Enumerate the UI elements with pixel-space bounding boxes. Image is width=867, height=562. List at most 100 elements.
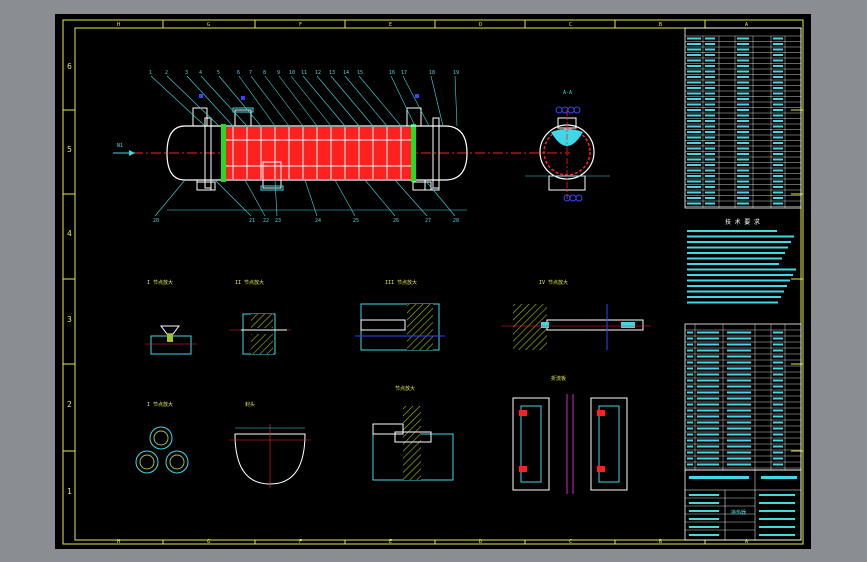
table-cell-glyph — [705, 197, 715, 199]
table-cell-glyph — [737, 54, 749, 56]
detail-title: 折流板 — [551, 375, 566, 382]
part-balloon: 22 — [263, 218, 269, 224]
table-cell-glyph — [737, 125, 749, 128]
parts-cell-glyph — [727, 391, 751, 394]
table-cell-glyph — [737, 92, 749, 95]
table-cell-glyph — [687, 109, 701, 111]
parts-list-table[interactable] — [684, 323, 802, 471]
parts-cell-glyph — [687, 457, 693, 460]
cad-drawing-canvas[interactable]: 654321 HHGGFFEEDDCCBBAA N1 1 2 3 4 5 6 7… — [55, 14, 811, 549]
cross-section-view[interactable]: A-A — [525, 90, 610, 202]
table-cell-glyph — [687, 65, 701, 67]
title-cell-glyph — [761, 476, 797, 479]
table-cell-glyph — [773, 197, 783, 199]
table-cell-glyph — [773, 147, 783, 150]
column-label-top: A — [745, 22, 748, 28]
part-balloon: 7 — [249, 70, 252, 76]
parts-cell-glyph — [773, 433, 783, 436]
cross-section-label: A-A — [563, 90, 572, 96]
parts-cell-glyph — [773, 415, 783, 418]
table-cell-glyph — [773, 120, 783, 122]
part-balloon: 23 — [275, 218, 281, 224]
parts-cell-glyph — [773, 361, 783, 364]
leader-line — [316, 75, 360, 127]
table-cell-glyph — [737, 136, 749, 139]
table-cell-glyph — [705, 142, 715, 144]
title-block[interactable]: 换热器 — [684, 469, 802, 541]
table-cell-glyph — [705, 43, 715, 45]
table-cell-glyph — [705, 125, 715, 128]
table-cell-glyph — [687, 54, 701, 56]
parts-cell-glyph — [687, 403, 693, 406]
table-cell-glyph — [687, 136, 701, 139]
parts-cell-glyph — [687, 445, 693, 448]
tech-req-line — [687, 230, 777, 232]
leader-line — [334, 179, 356, 217]
parts-cell-glyph — [773, 397, 783, 400]
leader-line — [150, 75, 206, 127]
table-cell-glyph — [687, 169, 701, 172]
table-cell-glyph — [737, 65, 749, 67]
parts-cell-glyph — [727, 361, 751, 364]
parts-cell-glyph — [697, 379, 719, 382]
detail-title: I 节点放大 — [147, 401, 173, 408]
table-cell-glyph — [687, 98, 701, 100]
parts-cell-glyph — [687, 427, 693, 430]
leader-line — [274, 179, 278, 217]
parts-cell-glyph — [727, 427, 751, 430]
table-cell-glyph — [737, 98, 749, 100]
parts-cell-glyph — [697, 349, 719, 352]
table-cell-glyph — [737, 202, 749, 205]
parts-cell-glyph — [727, 349, 751, 352]
leader-line — [364, 179, 396, 217]
table-cell-glyph — [737, 59, 749, 62]
parts-cell-glyph — [773, 427, 783, 430]
table-cell-glyph — [687, 59, 701, 62]
parts-cell-glyph — [727, 337, 751, 340]
parts-cell-glyph — [697, 343, 719, 346]
column-label-top: D — [479, 22, 482, 28]
table-cell-glyph — [687, 87, 701, 89]
table-cell-glyph — [737, 169, 749, 172]
parts-cell-glyph — [687, 433, 693, 436]
table-cell-glyph — [687, 114, 701, 117]
parts-cell-glyph — [687, 367, 693, 370]
part-balloon: 26 — [393, 218, 399, 224]
part-balloon: 9 — [277, 70, 280, 76]
detail-title: III 节点放大 — [385, 279, 417, 286]
table-cell-glyph — [705, 92, 715, 95]
parts-cell-glyph — [727, 379, 751, 382]
title-cell-glyph — [759, 510, 795, 512]
table-cell-glyph — [705, 164, 715, 166]
table-cell-glyph — [705, 147, 715, 150]
tech-req-line — [687, 246, 788, 249]
table-cell-glyph — [687, 147, 701, 150]
table-cell-glyph — [705, 180, 715, 183]
specification-table[interactable] — [684, 27, 802, 209]
table-cell-glyph — [705, 186, 715, 188]
part-balloon: 13 — [329, 70, 335, 76]
parts-cell-glyph — [687, 337, 693, 340]
table-cell-glyph — [737, 158, 749, 161]
title-cell-glyph — [689, 534, 719, 536]
detail-title: IV 节点放大 — [539, 279, 568, 286]
detail-weld-4 — [501, 304, 651, 350]
drawing-sheet[interactable]: 654321 HHGGFFEEDDCCBBAA N1 1 2 3 4 5 6 7… — [55, 14, 811, 549]
parts-cell-glyph — [697, 421, 719, 424]
table-cell-glyph — [705, 131, 715, 133]
heat-exchanger-elevation[interactable]: N1 1 2 3 4 5 6 7 8 9 10 11 12 13 14 15 16 17 18 1920 — [113, 70, 570, 224]
table-cell-glyph — [705, 175, 715, 177]
title-cell-glyph — [759, 526, 795, 528]
part-balloon: 24 — [315, 218, 321, 224]
parts-cell-glyph — [773, 457, 783, 460]
detail-views[interactable]: I 节点放大 II 节点放大 III 节点放大 IV 节点放大I 节点放大 封头节点放大… — [135, 279, 651, 494]
table-cell-glyph — [737, 43, 749, 45]
title-cell-glyph — [759, 518, 795, 520]
table-cell-glyph — [773, 169, 783, 172]
blue-marker-3 — [241, 96, 245, 100]
parts-cell-glyph — [697, 373, 719, 376]
table-cell-glyph — [773, 175, 783, 177]
column-label-bottom: D — [479, 539, 482, 545]
parts-cell-glyph — [687, 379, 693, 382]
tech-req-line — [687, 263, 779, 265]
